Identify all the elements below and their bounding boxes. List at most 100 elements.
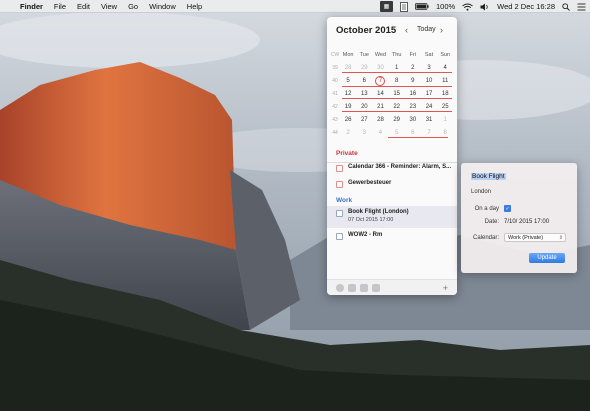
event-checkbox[interactable]	[336, 233, 343, 240]
day-cell[interactable]: 21	[372, 104, 388, 110]
event-checkbox[interactable]	[336, 210, 343, 217]
previous-month-icon[interactable]: ‹	[405, 25, 408, 35]
day-cell[interactable]: 9	[405, 78, 421, 84]
day-cell[interactable]: 4	[372, 130, 388, 136]
battery-percent: 100%	[435, 2, 456, 11]
week-number: 42	[332, 103, 338, 110]
day-cell[interactable]: 30	[405, 117, 421, 123]
section-title-work: Work	[336, 197, 353, 204]
day-cell[interactable]: 3	[421, 65, 437, 71]
calendar-select[interactable]: Work (Private) ⇕	[504, 233, 566, 242]
notification-center-icon[interactable]	[577, 1, 586, 12]
event-checkbox[interactable]	[336, 165, 343, 172]
week-row: 43 26 27 28 29 30 31 1	[330, 113, 454, 126]
day-cell[interactable]: 1	[437, 117, 453, 123]
menu-file[interactable]: File	[54, 2, 66, 11]
day-cell[interactable]: 28	[340, 65, 356, 71]
event-location-field[interactable]: London	[471, 189, 491, 195]
day-cell[interactable]: 6	[356, 78, 372, 84]
day-cell[interactable]: 14	[372, 91, 388, 97]
event-item[interactable]: Gewerbesteuer	[327, 177, 457, 193]
week-number: 41	[332, 90, 338, 97]
day-cell[interactable]: 23	[405, 104, 421, 110]
week-number: 44	[332, 129, 338, 136]
event-time: 07 Oct 2015 17:00	[348, 217, 394, 223]
week-number: 40	[332, 77, 338, 84]
day-cell[interactable]: 16	[405, 91, 421, 97]
day-cell[interactable]: 11	[437, 78, 453, 84]
day-cell[interactable]: 12	[340, 91, 356, 97]
menu-go[interactable]: Go	[128, 2, 138, 11]
menu-app-name[interactable]: Finder	[20, 2, 43, 11]
weekday-label: Tue	[359, 51, 369, 58]
day-cell[interactable]: 15	[389, 91, 405, 97]
day-cell[interactable]: 31	[421, 117, 437, 123]
event-item[interactable]: Calendar 366 - Reminder: Alarm, S...	[327, 161, 457, 177]
day-cell[interactable]: 5	[340, 78, 356, 84]
search-icon[interactable]	[562, 1, 570, 12]
event-indicator-line	[388, 137, 448, 138]
event-title-field[interactable]: Book Flight	[471, 173, 506, 180]
day-cell[interactable]: 26	[340, 117, 356, 123]
day-cell[interactable]: 3	[356, 130, 372, 136]
calendar-label: Calendar:	[472, 234, 499, 241]
day-cell[interactable]: 29	[389, 117, 405, 123]
next-month-icon[interactable]: ›	[440, 25, 443, 35]
day-cell[interactable]: 18	[437, 91, 453, 97]
day-cell[interactable]: 28	[372, 117, 388, 123]
list-icon[interactable]	[360, 283, 368, 292]
day-cell[interactable]: 19	[340, 104, 356, 110]
event-item-selected[interactable]: Book Flight (London) 07 Oct 2015 17:00	[327, 206, 457, 228]
day-cell[interactable]: 8	[389, 78, 405, 84]
document-icon[interactable]	[400, 1, 408, 12]
calendar-status-icon[interactable]: ▦	[379, 1, 393, 12]
day-cell[interactable]: 29	[356, 65, 372, 71]
day-cell[interactable]: 10	[421, 78, 437, 84]
date-field[interactable]: 7/10/ 2015 17:00	[504, 219, 549, 225]
day-cell[interactable]: 6	[405, 130, 421, 136]
day-cell[interactable]: 8	[437, 130, 453, 136]
day-cell[interactable]: 25	[437, 104, 453, 110]
menu-bar: Finder File Edit View Go Window Help ▦ 1…	[0, 0, 590, 13]
battery-icon[interactable]	[415, 1, 429, 12]
menu-window[interactable]: Window	[149, 2, 176, 11]
volume-icon[interactable]	[480, 1, 490, 12]
menu-view[interactable]: View	[101, 2, 117, 11]
day-cell[interactable]: 30	[372, 65, 388, 71]
day-cell-today[interactable]: 7	[372, 75, 388, 86]
day-cell[interactable]: 5	[389, 130, 405, 136]
day-cell[interactable]: 20	[356, 104, 372, 110]
menu-edit[interactable]: Edit	[77, 2, 90, 11]
today-day-number: 7	[375, 75, 386, 86]
day-cell[interactable]: 4	[437, 65, 453, 71]
day-cell[interactable]: 27	[356, 117, 372, 123]
today-button[interactable]: Today	[417, 26, 436, 33]
day-cell[interactable]: 24	[421, 104, 437, 110]
grid-icon[interactable]	[372, 283, 380, 292]
day-cell[interactable]: 2	[405, 65, 421, 71]
day-cell[interactable]: 1	[389, 65, 405, 71]
calendar-icon[interactable]	[348, 283, 356, 292]
week-number-header: CW	[330, 51, 340, 58]
gear-icon[interactable]	[336, 283, 344, 292]
event-indicator-line	[342, 111, 452, 112]
menu-bar-clock[interactable]: Wed 2 Dec 16:28	[497, 2, 555, 11]
event-title: WOW2 - Rm	[348, 232, 383, 238]
day-cell[interactable]: 17	[421, 91, 437, 97]
event-title: Calendar 366 - Reminder: Alarm, S...	[348, 164, 452, 170]
day-cell[interactable]: 2	[340, 130, 356, 136]
day-cell[interactable]: 7	[421, 130, 437, 136]
event-indicator-line	[342, 72, 452, 73]
day-cell[interactable]: 22	[389, 104, 405, 110]
event-checkbox[interactable]	[336, 181, 343, 188]
on-a-day-checkbox[interactable]: ✓	[504, 205, 511, 212]
week-row: 44 2 3 4 5 6 7 8	[330, 126, 454, 139]
event-item[interactable]: WOW2 - Rm	[327, 229, 457, 245]
event-title: Book Flight (London)	[348, 209, 409, 215]
wifi-icon[interactable]	[462, 1, 473, 12]
day-cell[interactable]: 13	[356, 91, 372, 97]
update-button[interactable]: Update	[529, 253, 565, 263]
date-row: Date: 7/10/ 2015 17:00	[461, 219, 549, 225]
add-event-icon[interactable]: +	[443, 283, 448, 293]
menu-help[interactable]: Help	[187, 2, 202, 11]
